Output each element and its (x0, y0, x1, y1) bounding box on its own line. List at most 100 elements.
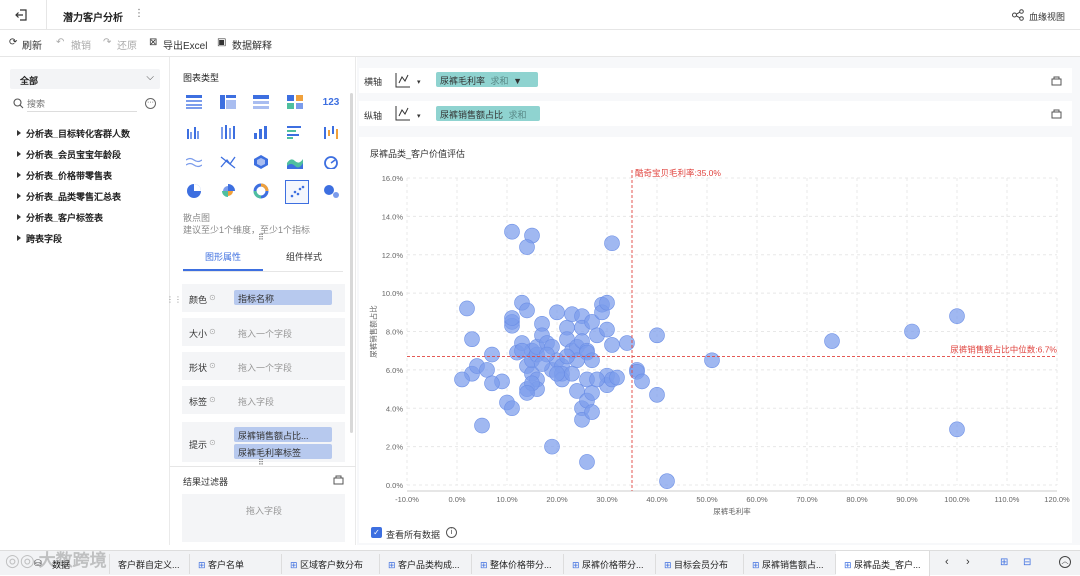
scatter-plot[interactable]: -10.0% 0.0% 10.0% 20.0% 30.0% 40.0% 50.0% 60.0%… (359, 137, 1072, 522)
sheet-tab[interactable]: ⊞ 客户品类构成... (380, 554, 472, 574)
data-point (949, 308, 965, 324)
lineage-icon[interactable] (1012, 9, 1024, 21)
refresh-icon[interactable]: ⟳ (9, 37, 17, 48)
prop-label-row[interactable]: 标签 ⊙ 拖入字段 (182, 386, 345, 414)
info-icon[interactable]: i (446, 527, 457, 538)
ref-line-y-label: 尿裤销售额占比中位数:6.7% (950, 344, 1057, 354)
sheet-tab[interactable]: ⊞ 尿裤销售额占... (744, 554, 836, 574)
resize-handle[interactable]: ⠿ (258, 233, 264, 242)
table-dropdown[interactable]: 全部 ⌵ (10, 69, 160, 89)
tab-data[interactable]: 数据 (52, 554, 110, 574)
data-point (589, 371, 605, 388)
cross-line-icon[interactable] (217, 151, 239, 173)
export-excel-button[interactable]: 导出Excel (163, 37, 207, 52)
more-icon[interactable]: ⋮ (134, 8, 144, 19)
label-drop-zone[interactable]: 拖入字段 (238, 395, 274, 408)
sheet-tab[interactable]: ⊞ 整体价格带分... (472, 554, 564, 574)
redo-button[interactable]: 还原 (117, 37, 137, 52)
tooltip-field-chip[interactable]: 尿裤毛利率标签 (234, 444, 332, 459)
add-sheet-icon[interactable]: ⊞ (1000, 557, 1008, 568)
sheet-tab-active[interactable]: ⊞ 尿裤品类_客户... (836, 551, 930, 576)
x-tick-label: 60.0% (746, 495, 768, 504)
sheet-tab[interactable]: ⊞ 目标会员分布 (656, 554, 744, 574)
sheet-tab[interactable]: ⊞ 区域客户数分布 (282, 554, 380, 574)
grouped-bar-icon[interactable] (183, 121, 205, 143)
sheet-tab[interactable]: ⊞ 客户名单 (190, 554, 282, 574)
info-icon: ⊙ (209, 438, 216, 447)
chevron-down-icon[interactable]: ▾ (417, 78, 421, 86)
sheet-tab[interactable]: 客户群自定义... (110, 554, 190, 574)
axis-type-icon[interactable] (395, 72, 411, 88)
x-tick-label: 110.0% (995, 495, 1020, 504)
data-explain-button[interactable]: 数据解释 (232, 37, 272, 52)
data-point (549, 304, 565, 321)
prev-tab-icon[interactable]: ‹ (945, 556, 949, 568)
scatter-chart-icon[interactable] (285, 180, 309, 204)
gauge-icon[interactable] (320, 151, 342, 173)
tree-item[interactable]: 分析表_会员宝宝年龄段 (17, 148, 121, 161)
chevron-down-icon: ⌵ (146, 72, 154, 83)
data-point (564, 365, 580, 382)
tab-shape-props[interactable]: 图形属性 (205, 250, 241, 263)
tab-component-style[interactable]: 组件样式 (286, 250, 322, 263)
pie-chart-icon[interactable] (183, 180, 205, 202)
shape-drop-zone[interactable]: 拖入一个字段 (238, 361, 292, 374)
area-chart-icon[interactable] (284, 151, 306, 173)
detail-table-icon[interactable] (250, 91, 272, 113)
horizontal-bar-icon[interactable] (284, 121, 306, 143)
y-axis-row: 纵轴 ▾ 尿裤销售额占比 求和 (359, 101, 1072, 126)
table-chart-icon[interactable] (183, 91, 205, 113)
tooltip-field-chip[interactable]: 尿裤销售额占比... (234, 427, 332, 442)
radar-icon[interactable] (250, 151, 272, 173)
tree-item[interactable]: 跨表字段 (17, 232, 62, 245)
x-field-name: 尿裤毛利率 (440, 76, 486, 86)
prop-color-row[interactable]: 颜色 ⊙ 指标名称 (182, 284, 345, 312)
x-field-chip[interactable]: 尿裤毛利率 求和 ▼ (436, 72, 538, 87)
size-drop-zone[interactable]: 拖入一个字段 (238, 327, 292, 340)
more-options-icon[interactable]: ··· (145, 98, 156, 109)
bar-chart-icon[interactable] (250, 121, 272, 143)
prop-shape-row[interactable]: 形状 ⊙ 拖入一个字段 (182, 352, 345, 380)
donut-chart-icon[interactable] (250, 180, 272, 202)
data-point (649, 327, 665, 344)
stacked-bar-icon[interactable] (217, 121, 239, 143)
filter-drop-zone[interactable]: 拖入字段 (182, 494, 345, 542)
y-field-chip[interactable]: 尿裤销售额占比 求和 (436, 106, 540, 121)
color-field-chip[interactable]: 指标名称 (234, 290, 332, 305)
axis-settings-icon[interactable] (1051, 108, 1062, 119)
crosstab-icon[interactable] (217, 91, 239, 113)
chevron-down-icon[interactable]: ▾ (417, 112, 421, 120)
pivot-icon[interactable] (284, 91, 306, 113)
x-axis-title: 尿裤毛利率 (713, 506, 751, 516)
rose-chart-icon[interactable] (217, 180, 239, 202)
drag-handle[interactable]: ⋮⋮ (166, 295, 182, 304)
sheet-tab[interactable]: ⊞ 尿裤价格带分... (564, 554, 656, 574)
explain-icon: ▣ (217, 37, 227, 48)
undo-button[interactable]: 撤销 (71, 37, 91, 52)
back-icon[interactable] (15, 8, 29, 22)
show-all-checkbox[interactable]: ✓ (371, 527, 382, 538)
line-chart-icon[interactable] (183, 151, 205, 173)
prop-tooltip-row[interactable]: 提示 ⊙ 尿裤销售额占比... 尿裤毛利率标签 (182, 422, 345, 462)
collapse-icon[interactable]: ︿ (1059, 556, 1071, 568)
x-tick-label: -10.0% (395, 495, 419, 504)
data-point (634, 373, 650, 390)
x-tick-label: 70.0% (796, 495, 818, 504)
tree-item[interactable]: 分析表_客户标签表 (17, 211, 103, 224)
search-input[interactable] (27, 96, 137, 112)
tree-item[interactable]: 分析表_品类零售汇总表 (17, 190, 121, 203)
filter-settings-icon[interactable] (333, 474, 344, 485)
next-tab-icon[interactable]: › (966, 556, 970, 568)
waterfall-icon[interactable] (320, 121, 342, 143)
tree-item[interactable]: 分析表_目标转化客群人数 (17, 127, 130, 140)
lineage-view-button[interactable]: 血缘视图 (1029, 10, 1065, 23)
axis-type-icon[interactable] (395, 105, 411, 121)
axis-settings-icon[interactable] (1051, 75, 1062, 86)
scrollbar[interactable] (350, 93, 353, 433)
prop-size-row[interactable]: 大小 ⊙ 拖入一个字段 (182, 318, 345, 346)
add-dashboard-icon[interactable]: ⊟ (1023, 557, 1031, 568)
tree-item[interactable]: 分析表_价格带零售表 (17, 169, 112, 182)
refresh-button[interactable]: 刷新 (22, 37, 42, 52)
kpi-number-icon[interactable]: 123 (320, 91, 342, 113)
bubble-chart-icon[interactable] (320, 180, 342, 202)
